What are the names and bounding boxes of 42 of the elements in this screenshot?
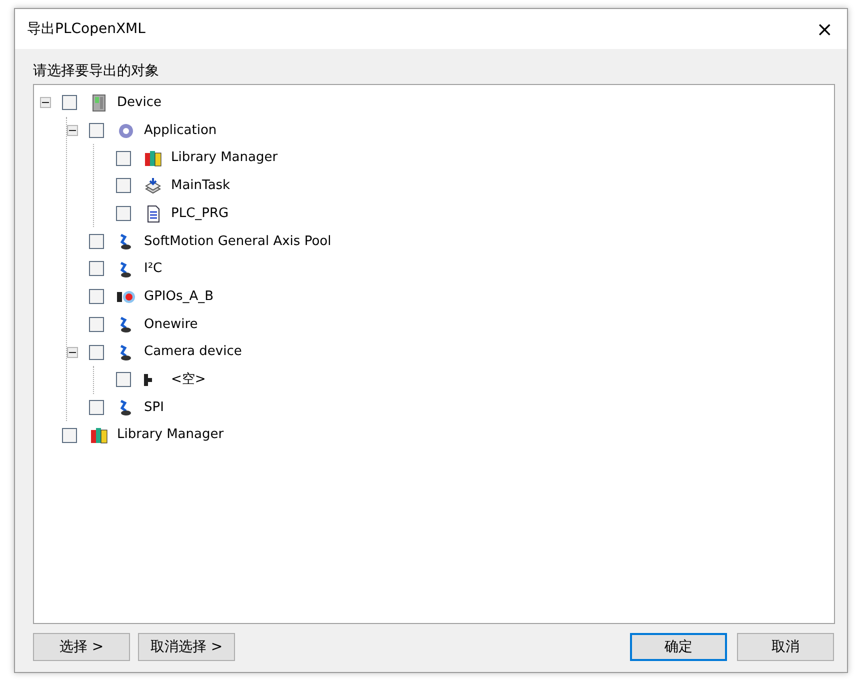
tree-item[interactable]: SPI <box>144 398 164 418</box>
device-icon <box>90 94 108 112</box>
tree-item[interactable]: Onewire <box>144 314 198 334</box>
checkbox[interactable] <box>89 261 104 276</box>
select-button[interactable]: 取消选择 > <box>138 633 235 661</box>
select-button[interactable]: 选择 > <box>33 633 130 661</box>
tree-item[interactable]: SoftMotion General Axis Pool <box>144 232 332 252</box>
plug-icon <box>144 374 152 386</box>
tree-item[interactable]: Library Manager <box>117 425 224 445</box>
tree-item[interactable]: Application <box>144 120 217 140</box>
instruction-label: 请选择要导出的对象 <box>33 62 160 81</box>
window-title: 导出PLCopenXML <box>27 20 146 38</box>
checkbox[interactable] <box>89 123 104 138</box>
tree-item[interactable]: MainTask <box>171 176 230 196</box>
stack-icon <box>144 176 162 195</box>
tree-item[interactable]: Camera device <box>144 342 242 362</box>
books-icon <box>144 149 162 168</box>
tree-item[interactable]: GPIOs_A_B <box>144 286 214 306</box>
tree-item[interactable]: Device <box>117 93 162 113</box>
gear-icon <box>117 122 135 140</box>
checkbox[interactable] <box>62 428 77 443</box>
checkbox[interactable] <box>116 178 131 194</box>
ok-button[interactable]: 确定 <box>630 633 727 661</box>
checkbox[interactable] <box>62 95 77 110</box>
tree-item[interactable]: Library Manager <box>171 148 278 168</box>
checkbox[interactable] <box>89 234 104 249</box>
checkbox[interactable] <box>89 289 104 304</box>
checkbox[interactable] <box>89 316 104 332</box>
checkbox[interactable] <box>89 400 104 415</box>
close-button[interactable]: × <box>812 19 837 39</box>
tree-item[interactable]: PLC_PRG <box>171 204 229 224</box>
collapse-toggle[interactable] <box>40 97 51 108</box>
collapse-toggle[interactable] <box>67 346 78 358</box>
checkbox[interactable] <box>89 344 104 360</box>
collapse-toggle[interactable] <box>67 125 78 136</box>
checkbox[interactable] <box>116 150 131 166</box>
tree-item[interactable]: I²C <box>144 259 162 279</box>
books-icon <box>90 426 108 444</box>
tree-item[interactable]: <空> <box>171 370 206 390</box>
checkbox[interactable] <box>116 206 131 222</box>
cancel-button[interactable]: 取消 <box>737 633 834 661</box>
checkbox[interactable] <box>116 372 131 388</box>
